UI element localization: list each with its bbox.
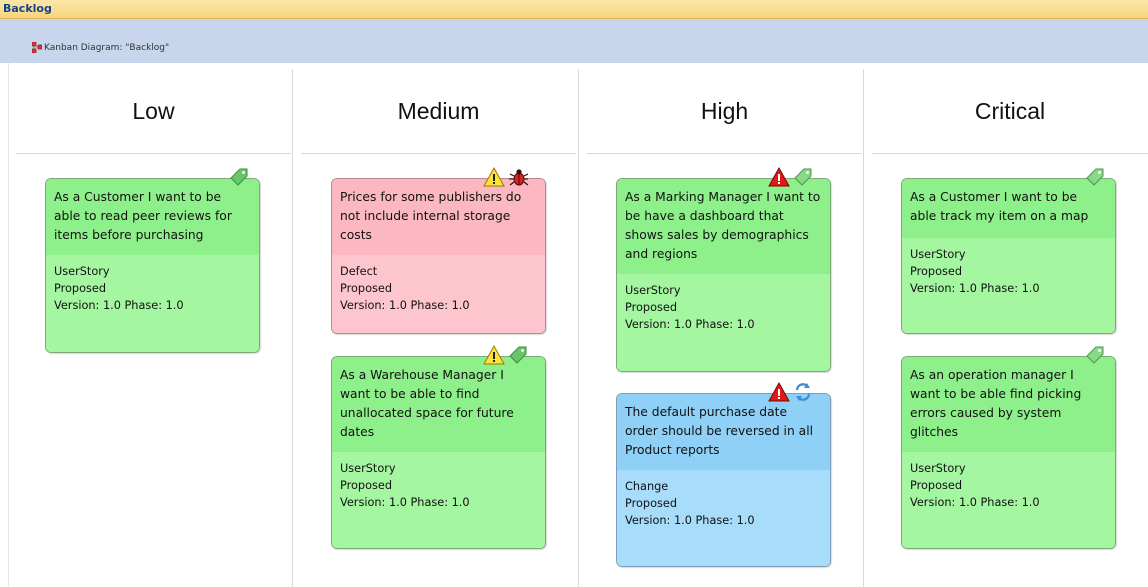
card-icons [1084,344,1106,366]
card-title: As a Warehouse Manager I want to be able… [332,357,545,452]
card-version: Version: 1.0 Phase: 1.0 [54,299,184,312]
card-type: UserStory [625,284,681,297]
lane-divider [863,69,864,587]
card-title: As a Marking Manager I want to be have a… [617,179,830,274]
card-status: Proposed [340,282,393,295]
card-title: As an operation manager I want to be abl… [902,357,1115,452]
card-status: Proposed [54,282,107,295]
card-icons [228,166,250,188]
kanban-card[interactable]: As a Customer I want to be able track my… [901,178,1116,334]
lane-label: High [700,97,749,124]
lane-header-critical[interactable]: Critical [872,69,1148,154]
critical-icon [768,166,790,187]
card-status: Proposed [625,301,678,314]
card-title: As a Customer I want to be able to read … [46,179,259,255]
warning-icon [483,166,505,187]
kanban-card[interactable]: Prices for some publishers do not includ… [331,178,546,334]
card-status: Proposed [910,265,963,278]
tag-icon [1086,168,1104,186]
lane-header-high[interactable]: High [587,69,862,154]
kanban-card[interactable]: The default purchase date order should b… [616,393,831,567]
lane-header-low[interactable]: Low [16,69,291,154]
kanban-card[interactable]: As a Warehouse Manager I want to be able… [331,356,546,549]
card-version: Version: 1.0 Phase: 1.0 [910,496,1040,509]
card-status: Proposed [910,479,963,492]
kanban-card[interactable]: As a Customer I want to be able to read … [45,178,260,353]
card-version: Version: 1.0 Phase: 1.0 [625,514,755,527]
lane-header-medium[interactable]: Medium [301,69,576,154]
window-title-bar: Backlog [0,0,1148,19]
card-version: Version: 1.0 Phase: 1.0 [910,282,1040,295]
lane-label: Critical [974,97,1046,124]
kanban-card[interactable]: As an operation manager I want to be abl… [901,356,1116,549]
card-icons [483,344,529,366]
critical-icon [768,381,790,402]
card-details: Change Proposed Version: 1.0 Phase: 1.0 [617,470,830,566]
kanban-card[interactable]: As a Marking Manager I want to be have a… [616,178,831,372]
card-icons [1084,166,1106,188]
card-details: UserStory Proposed Version: 1.0 Phase: 1… [332,452,545,548]
card-title: The default purchase date order should b… [617,394,830,470]
tag-icon [794,168,812,186]
card-type: Defect [340,265,378,278]
card-icons [768,166,814,188]
lane-divider [578,69,579,587]
card-type: UserStory [54,265,110,278]
card-title: Prices for some publishers do not includ… [332,179,545,255]
warning-icon [483,344,505,365]
card-icons [768,381,814,403]
tag-icon [509,346,527,364]
card-version: Version: 1.0 Phase: 1.0 [625,318,755,331]
change-icon [795,383,811,401]
card-status: Proposed [625,497,678,510]
card-status: Proposed [340,479,393,492]
lane-divider [292,69,293,587]
lane-label: Medium [397,97,480,124]
card-details: UserStory Proposed Version: 1.0 Phase: 1… [902,238,1115,333]
window-title: Backlog [3,2,52,15]
kanban-diagram-icon [31,41,43,54]
card-type: UserStory [910,248,966,261]
card-details: UserStory Proposed Version: 1.0 Phase: 1… [902,452,1115,548]
breadcrumb-label: Kanban Diagram: "Backlog" [44,42,170,53]
card-type: UserStory [340,462,396,475]
card-version: Version: 1.0 Phase: 1.0 [340,299,470,312]
breadcrumb-bar [0,19,1148,63]
tag-icon [230,168,248,186]
bug-icon [509,169,529,186]
card-type: UserStory [910,462,966,475]
tag-icon [1086,346,1104,364]
breadcrumb[interactable]: Kanban Diagram: "Backlog" [31,41,170,54]
card-details: UserStory Proposed Version: 1.0 Phase: 1… [617,274,830,371]
lane-label: Low [132,97,175,124]
card-version: Version: 1.0 Phase: 1.0 [340,496,470,509]
card-type: Change [625,480,669,493]
card-icons [483,166,529,188]
card-details: UserStory Proposed Version: 1.0 Phase: 1… [46,255,259,352]
card-details: Defect Proposed Version: 1.0 Phase: 1.0 [332,255,545,333]
